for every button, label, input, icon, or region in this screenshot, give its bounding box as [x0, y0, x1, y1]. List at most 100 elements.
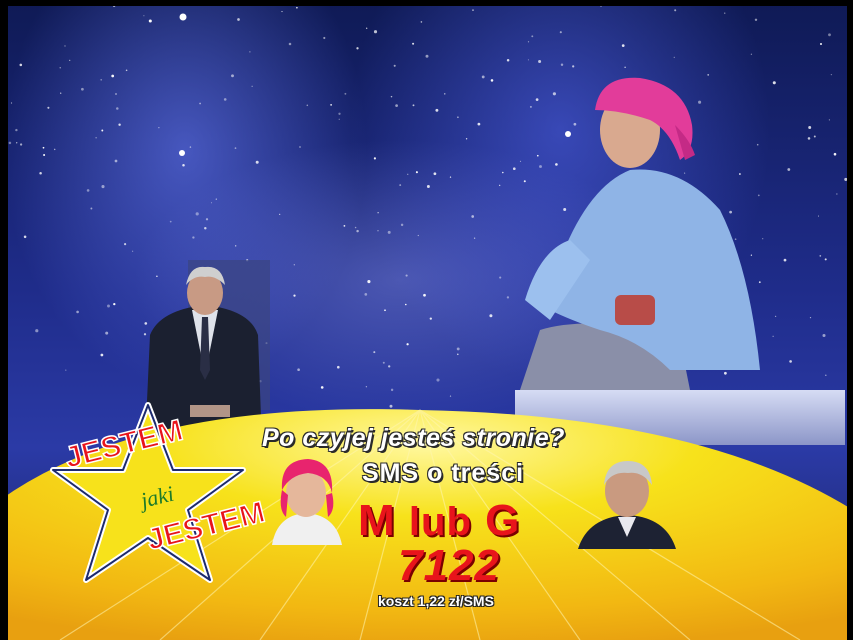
star	[828, 119, 831, 121]
star	[101, 185, 105, 189]
star	[296, 6, 298, 9]
choice-g: G	[485, 496, 521, 545]
star	[472, 9, 474, 11]
star	[113, 302, 116, 306]
star	[338, 112, 341, 115]
star	[288, 42, 292, 46]
star	[377, 230, 379, 232]
star	[59, 67, 61, 69]
star	[231, 74, 234, 78]
star	[367, 280, 371, 284]
star	[674, 9, 677, 12]
portrait-m-icon	[272, 459, 342, 545]
star	[337, 365, 340, 369]
star	[390, 95, 393, 98]
star	[86, 189, 90, 192]
star	[457, 116, 459, 119]
star	[566, 0, 569, 3]
star	[373, 30, 378, 34]
star	[527, 41, 530, 43]
star	[105, 331, 109, 335]
star	[624, 66, 626, 68]
star	[100, 353, 104, 357]
star	[131, 250, 134, 252]
star	[423, 293, 426, 297]
star	[2, 241, 6, 244]
star	[395, 104, 398, 107]
star	[69, 59, 71, 62]
star	[101, 129, 104, 132]
star	[365, 386, 368, 388]
star	[527, 59, 529, 61]
star	[223, 98, 227, 101]
star	[417, 234, 419, 237]
star	[787, 168, 791, 171]
star	[90, 207, 93, 210]
star	[844, 177, 848, 181]
stage-light	[179, 13, 187, 21]
show-logo-star: JESTEM jaki JESTEM	[50, 402, 269, 583]
star	[400, 223, 404, 227]
star	[169, 220, 172, 223]
star	[819, 42, 823, 46]
choice-or: lub	[408, 500, 472, 544]
sms-instruction: SMS o treści	[362, 459, 525, 487]
star	[412, 42, 415, 45]
star	[600, 5, 602, 7]
star	[830, 73, 833, 76]
star	[724, 12, 726, 14]
star	[293, 294, 296, 297]
star	[388, 365, 391, 368]
star	[560, 63, 564, 66]
star	[64, 45, 66, 47]
star	[373, 157, 376, 160]
star	[124, 243, 127, 246]
star	[621, 44, 625, 47]
star	[433, 172, 437, 176]
star	[0, 203, 2, 206]
star	[118, 123, 121, 126]
star	[205, 218, 209, 221]
star	[570, 0, 572, 2]
star	[235, 245, 237, 247]
star	[8, 141, 12, 145]
star	[819, 255, 822, 257]
star	[116, 107, 119, 110]
star	[19, 63, 23, 67]
star	[410, 3, 412, 5]
star	[19, 143, 23, 146]
star	[10, 102, 13, 104]
star	[354, 226, 357, 229]
poll-question: Po czyjej jesteś stronie?	[262, 424, 565, 452]
star	[836, 193, 838, 195]
star	[783, 258, 787, 262]
star	[95, 137, 97, 139]
star	[356, 47, 359, 50]
star	[420, 21, 423, 23]
star	[429, 317, 432, 320]
star	[406, 343, 409, 346]
star	[60, 92, 62, 94]
star	[405, 274, 408, 277]
star	[237, 18, 240, 21]
star	[338, 118, 340, 120]
star	[355, 3, 359, 6]
star	[215, 198, 217, 200]
star	[538, 60, 542, 63]
star	[824, 258, 827, 261]
choice-m: M	[358, 496, 396, 545]
star	[531, 35, 534, 38]
star	[833, 152, 837, 156]
star	[148, 19, 152, 23]
star	[817, 215, 820, 217]
star	[297, 368, 300, 372]
star	[444, 93, 446, 95]
star	[456, 347, 460, 351]
star	[143, 15, 145, 17]
star	[807, 137, 811, 140]
star	[572, 65, 575, 68]
star	[465, 138, 468, 140]
star	[559, 31, 562, 34]
star	[125, 69, 128, 72]
star	[76, 310, 79, 314]
